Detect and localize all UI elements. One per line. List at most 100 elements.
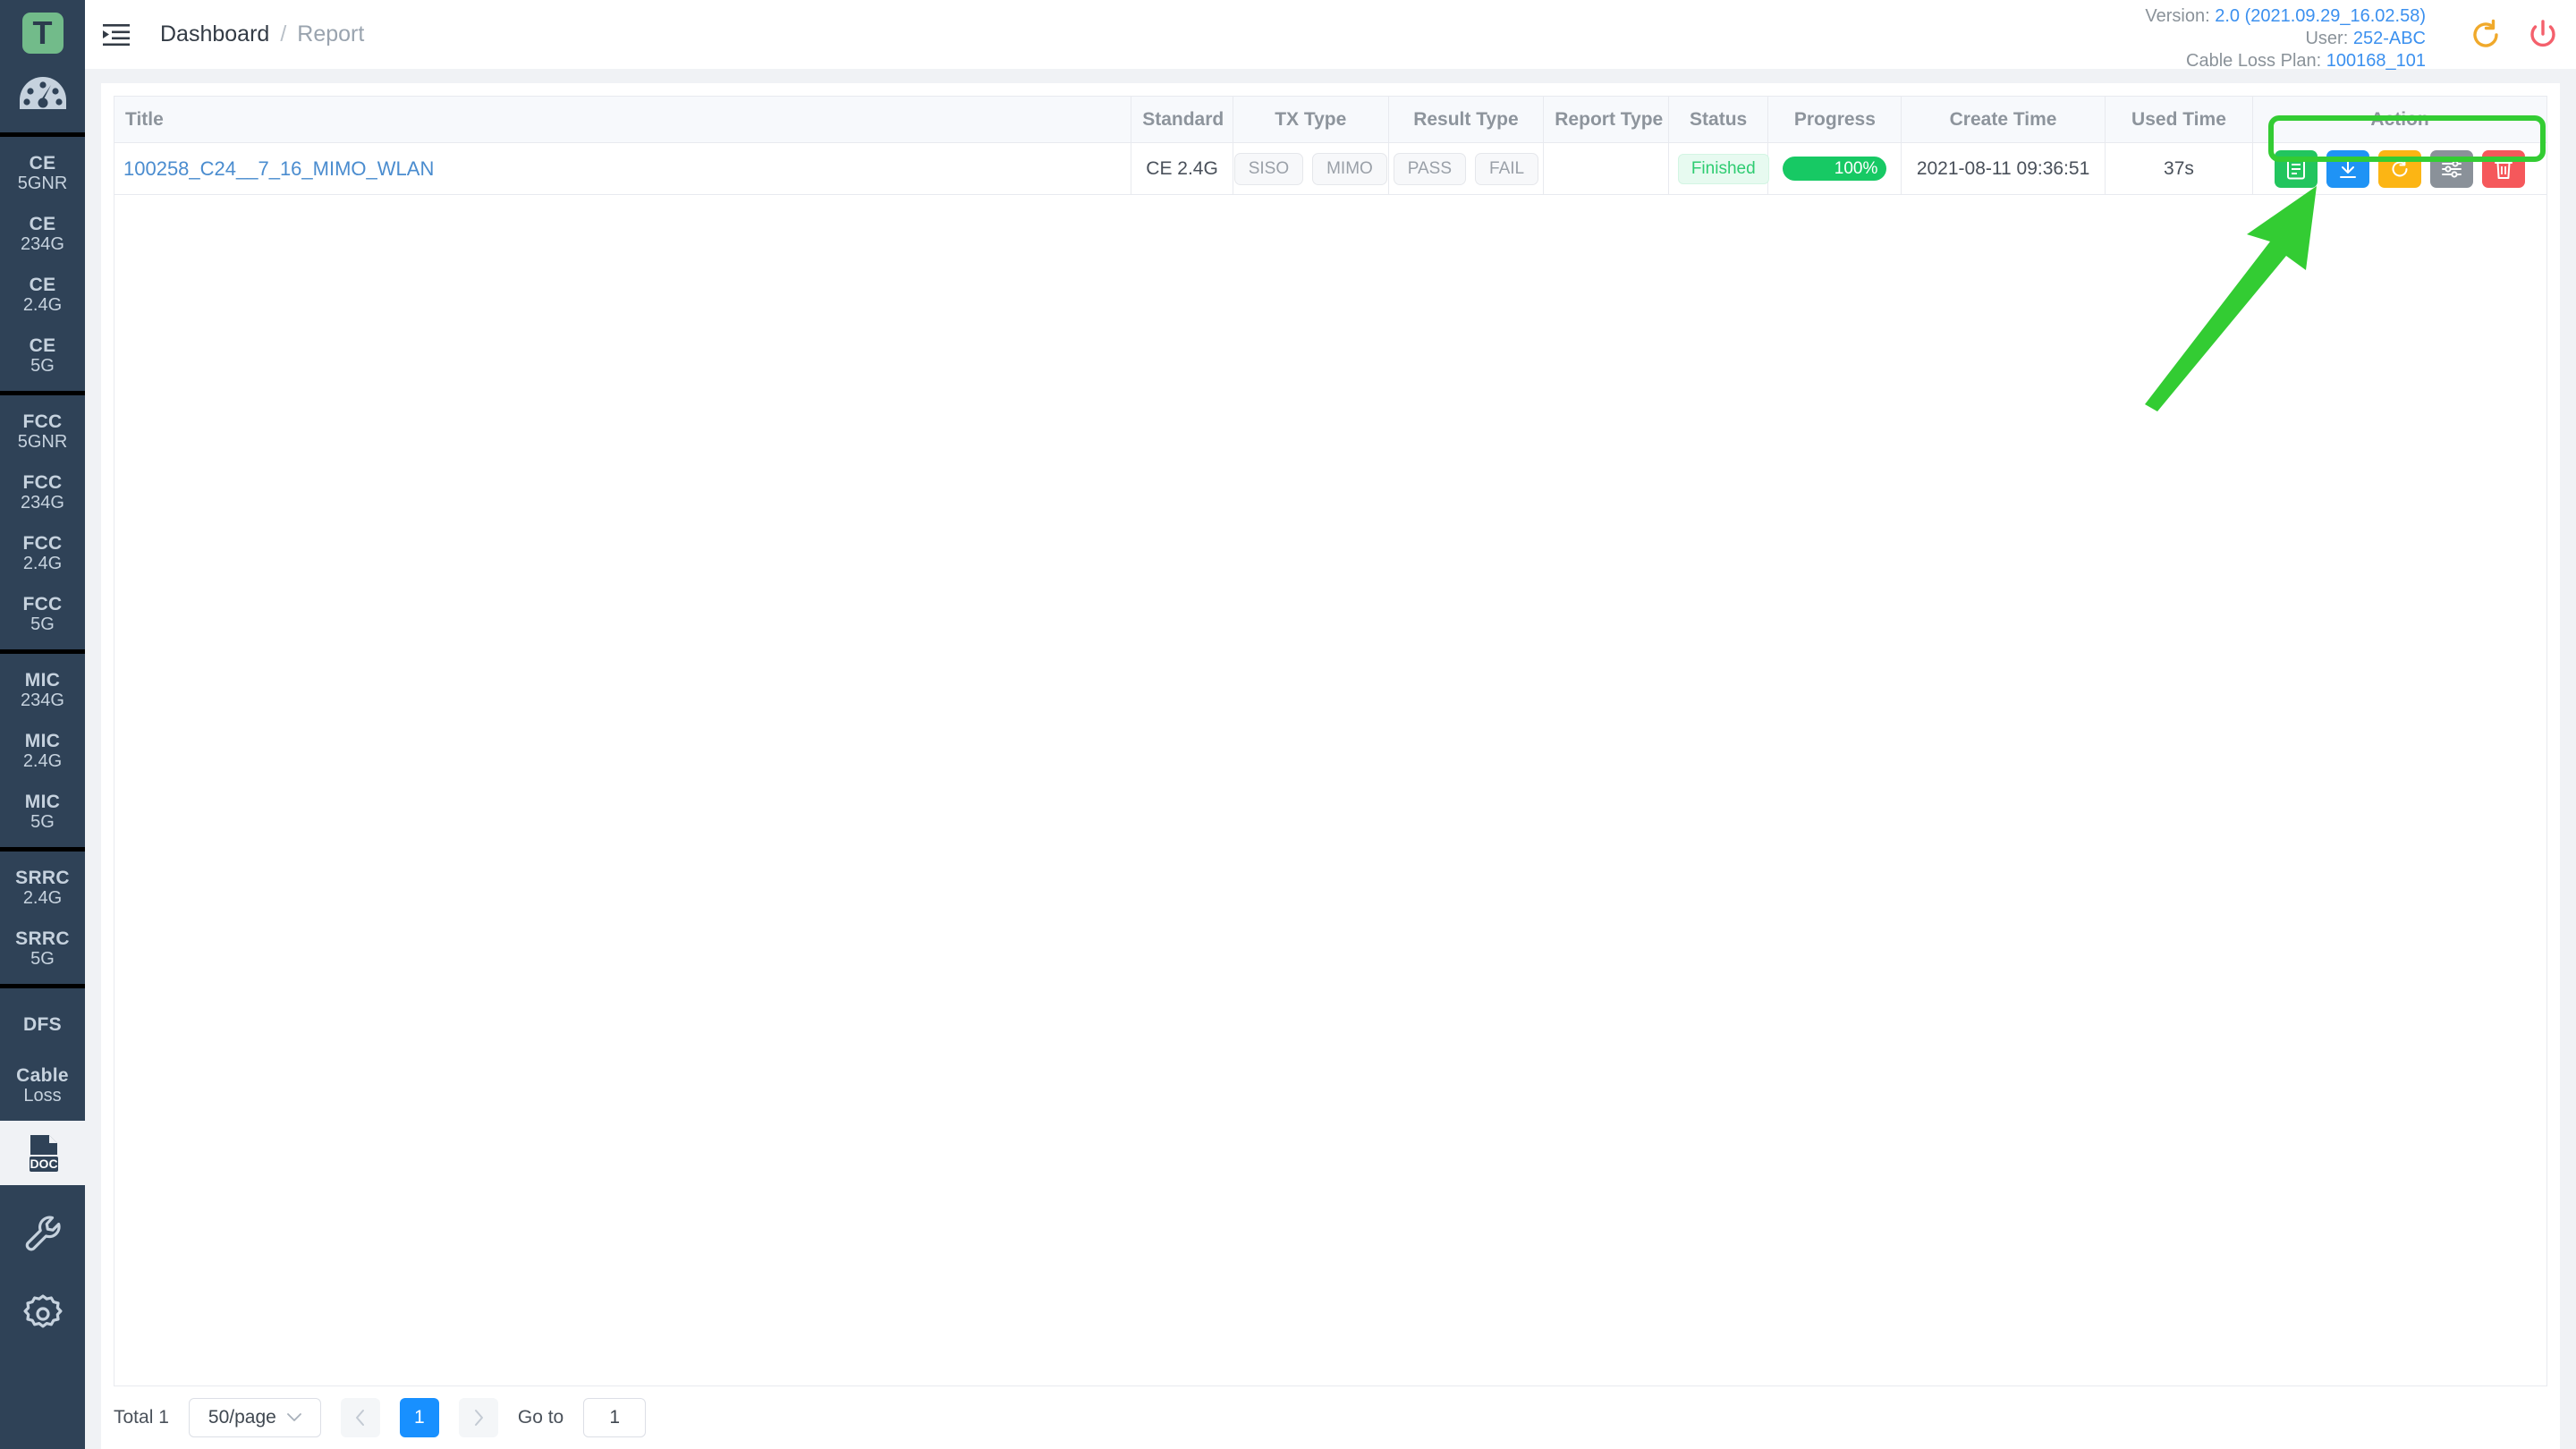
breadcrumb-root[interactable]: Dashboard [160, 21, 269, 47]
sidebar-item-srrc-5g[interactable]: SRRC 5G [0, 918, 85, 979]
breadcrumb-current: Report [297, 21, 365, 47]
sidebar-item-sublabel: Loss [23, 1085, 62, 1106]
report-table: Title Standard TX Type Result Type Repor… [113, 96, 2547, 195]
menu-glyph [103, 23, 130, 46]
result-type-pass-pill[interactable]: PASS [1393, 152, 1467, 185]
sidebar-item-sublabel: 2.4G [22, 750, 63, 771]
sidebar-item-tools[interactable] [18, 1208, 68, 1258]
content-area: Title Standard TX Type Result Type Repor… [85, 69, 2576, 1449]
sidebar-item-label: MIC [24, 791, 61, 812]
sidebar-item-fcc-234g[interactable]: FCC 234G [0, 462, 85, 522]
version-label: Version: [2145, 6, 2210, 26]
report-table-wrapper: Title Standard TX Type Result Type Repor… [101, 83, 2560, 1386]
version-row: Version: 2.0 (2021.09.29_16.02.58) [2145, 5, 2426, 28]
column-header-status[interactable]: Status [1667, 96, 1769, 143]
main-area: Dashboard / Report Version: 2.0 (2021.09… [85, 0, 2576, 1449]
document-icon [2287, 158, 2306, 179]
sidebar-item-label: MIC [24, 730, 61, 751]
user-value[interactable]: 252-ABC [2353, 29, 2426, 48]
sidebar-item-label: FCC [22, 532, 63, 554]
sidebar-item-label: CE [29, 274, 56, 295]
column-header-standard[interactable]: Standard [1131, 96, 1233, 143]
cable-loss-plan-label: Cable Loss Plan: [2186, 51, 2322, 71]
table-row[interactable]: 100258_C24__7_16_MIMO_WLAN CE 2.4G SISO … [113, 142, 2547, 195]
table-header-row: Title Standard TX Type Result Type Repor… [113, 96, 2547, 143]
header-info: Version: 2.0 (2021.09.29_16.02.58) User:… [2145, 5, 2426, 72]
sidebar-tools [0, 1185, 85, 1449]
power-icon[interactable] [2526, 18, 2560, 52]
sidebar-item-label: CE [29, 152, 56, 174]
report-title-link[interactable]: 100258_C24__7_16_MIMO_WLAN [123, 157, 434, 180]
sidebar-item-label: FCC [22, 411, 63, 432]
breadcrumb-separator: / [280, 21, 287, 47]
sidebar-item-fcc-5gnr[interactable]: FCC 5GNR [0, 401, 85, 462]
column-header-tx-type[interactable]: TX Type [1232, 96, 1389, 143]
hamburger-menu-icon[interactable] [103, 23, 130, 47]
column-header-used-time[interactable]: Used Time [2104, 96, 2254, 143]
result-type-pills: PASS FAIL [1393, 152, 1539, 185]
tx-type-mimo-pill[interactable]: MIMO [1312, 152, 1387, 185]
cell-progress: 100% [1767, 142, 1902, 195]
progress-wrapper: 100% [1777, 157, 1892, 181]
sidebar-item-sublabel: 5GNR [17, 431, 68, 452]
sidebar-item-sublabel: 5G [30, 355, 55, 376]
cell-result-type: PASS FAIL [1387, 142, 1545, 195]
sidebar-item-ce-234g[interactable]: CE 234G [0, 203, 85, 264]
cable-loss-plan-value[interactable]: 100168_101 [2326, 51, 2426, 71]
sidebar-item-cable-loss[interactable]: Cable Loss [0, 1055, 85, 1115]
power-glyph [2530, 19, 2555, 47]
sidebar-item-srrc-24g[interactable]: SRRC 2.4G [0, 857, 85, 918]
sidebar-item-doc[interactable]: DOC [0, 1121, 85, 1185]
download-icon [2340, 159, 2357, 178]
version-value[interactable]: 2.0 (2021.09.29_16.02.58) [2215, 6, 2426, 26]
tx-type-siso-pill[interactable]: SISO [1233, 152, 1304, 185]
configure-button[interactable] [2430, 149, 2474, 188]
pagination-page-1[interactable]: 1 [399, 1398, 439, 1437]
download-button[interactable] [2326, 149, 2370, 188]
column-header-progress[interactable]: Progress [1767, 96, 1902, 143]
app-root: T CE 5GNR CE 234G CE 2.4G CE 5G FCC 5GNR… [0, 0, 2576, 1449]
sidebar-item-mic-5g[interactable]: MIC 5G [0, 781, 85, 842]
logo-t-icon: T [21, 13, 64, 54]
sidebar-item-dashboard[interactable] [0, 73, 85, 113]
sidebar-item-label: CE [29, 335, 56, 356]
pagination-goto-input[interactable] [583, 1398, 647, 1437]
sidebar-group-misc: DFS Cable Loss [0, 988, 85, 1121]
status-badge: Finished [1677, 153, 1769, 184]
sidebar-group-mic: MIC 234G MIC 2.4G MIC 5G [0, 654, 85, 847]
pagination-prev-button[interactable] [340, 1398, 380, 1437]
gauge-icon [19, 77, 66, 109]
view-report-button[interactable] [2275, 149, 2318, 188]
sidebar-item-fcc-5g[interactable]: FCC 5G [0, 583, 85, 644]
column-header-report-type[interactable]: Report Type [1543, 96, 1669, 143]
rerun-button[interactable] [2378, 149, 2422, 188]
cell-action [2252, 142, 2547, 195]
sidebar-item-ce-5gnr[interactable]: CE 5GNR [0, 142, 85, 203]
sidebar-item-settings[interactable] [18, 1289, 68, 1339]
sidebar-item-label: CE [29, 213, 56, 234]
action-button-group [2262, 149, 2538, 188]
result-type-fail-pill[interactable]: FAIL [1475, 152, 1539, 185]
app-logo[interactable]: T [0, 13, 85, 54]
column-header-action[interactable]: Action [2252, 96, 2547, 143]
gear-icon [23, 1294, 62, 1328]
sidebar-item-dfs[interactable]: DFS [0, 994, 85, 1055]
sidebar-item-ce-5g[interactable]: CE 5G [0, 325, 85, 386]
cell-status: Finished [1667, 142, 1769, 195]
sidebar-item-fcc-24g[interactable]: FCC 2.4G [0, 522, 85, 583]
column-header-create-time[interactable]: Create Time [1901, 96, 2106, 143]
sidebar-item-ce-24g[interactable]: CE 2.4G [0, 264, 85, 325]
pagination-next-button[interactable] [458, 1398, 498, 1437]
sidebar-item-sublabel: 234G [21, 233, 64, 254]
sidebar-item-sublabel: 5G [30, 948, 55, 969]
page-size-select[interactable]: 50/page [188, 1398, 321, 1437]
sidebar-item-mic-234g[interactable]: MIC 234G [0, 659, 85, 720]
sidebar-item-mic-24g[interactable]: MIC 2.4G [0, 720, 85, 781]
column-header-title[interactable]: Title [113, 96, 1132, 143]
column-header-result-type[interactable]: Result Type [1387, 96, 1545, 143]
table-empty-area [114, 195, 2547, 1386]
delete-button[interactable] [2482, 149, 2526, 188]
cable-loss-plan-row: Cable Loss Plan: 100168_101 [2145, 50, 2426, 72]
refresh-icon[interactable] [2469, 18, 2503, 52]
sidebar-group-fcc: FCC 5GNR FCC 234G FCC 2.4G FCC 5G [0, 395, 85, 649]
